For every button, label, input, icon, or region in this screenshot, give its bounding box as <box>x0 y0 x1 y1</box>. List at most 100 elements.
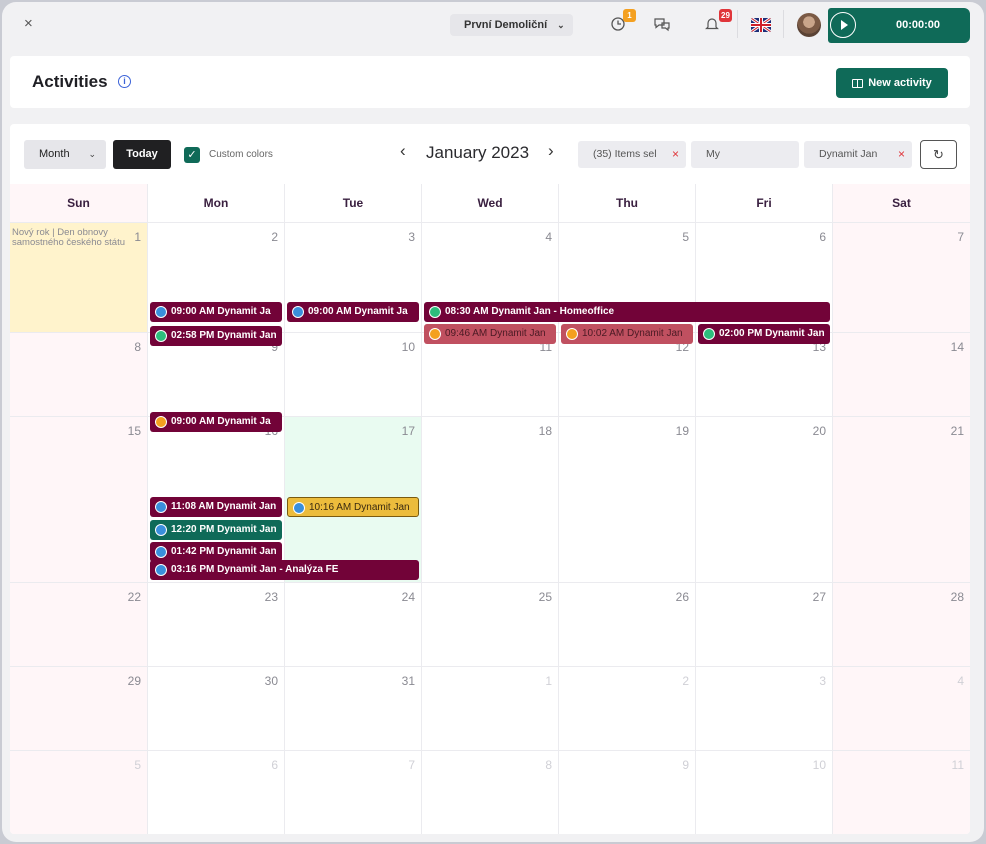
day-cell[interactable]: 3 <box>695 666 832 750</box>
day-cell[interactable]: 26 <box>558 582 695 666</box>
day-number: 6 <box>819 230 826 244</box>
custom-colors-checkbox[interactable]: ✓ <box>184 147 200 163</box>
status-dot-icon <box>429 306 441 318</box>
day-cell[interactable]: 19 <box>558 416 695 582</box>
day-cell[interactable]: 4 <box>832 666 970 750</box>
day-number: 21 <box>950 424 964 438</box>
event-label: 09:00 AM Dynamit Ja <box>308 306 408 317</box>
divider <box>783 10 784 38</box>
calendar-event[interactable]: 03:16 PM Dynamit Jan - Analýza FE <box>150 560 419 580</box>
event-label: 09:00 AM Dynamit Ja <box>171 416 271 427</box>
today-button[interactable]: Today <box>113 140 171 169</box>
clear-icon[interactable]: × <box>898 141 905 168</box>
day-number: 17 <box>401 424 415 438</box>
month-title: January 2023 <box>426 143 530 162</box>
refresh-button[interactable]: ↻ <box>920 140 957 169</box>
day-number: 22 <box>127 590 141 604</box>
event-label: 09:46 AM Dynamit Jan <box>445 328 546 339</box>
owner-filter[interactable]: My <box>691 141 799 168</box>
day-cell[interactable]: 18 <box>421 416 558 582</box>
status-dot-icon <box>155 306 167 318</box>
day-cell[interactable]: 25 <box>421 582 558 666</box>
calendar-event[interactable]: 11:08 AM Dynamit Jan <box>150 497 282 517</box>
calendar-event[interactable]: 01:42 PM Dynamit Jan <box>150 542 282 562</box>
day-cell[interactable]: 22 <box>10 582 147 666</box>
day-number: 3 <box>819 674 826 688</box>
day-cell[interactable]: 28 <box>832 582 970 666</box>
day-cell[interactable]: 10 <box>695 750 832 834</box>
company-name: První Demoliční <box>464 19 548 31</box>
day-cell[interactable]: 5 <box>10 750 147 834</box>
event-label: 10:02 AM Dynamit Jan <box>582 328 683 339</box>
day-cell[interactable]: 9 <box>558 750 695 834</box>
day-cell[interactable]: 31 <box>284 666 421 750</box>
calendar-event[interactable]: 02:58 PM Dynamit Jan <box>150 326 282 346</box>
day-cell[interactable]: 29 <box>10 666 147 750</box>
calendar-event[interactable]: 10:16 AM Dynamit Jan <box>287 497 419 517</box>
day-cell[interactable]: 23 <box>147 582 284 666</box>
calendar-event[interactable]: 12:20 PM Dynamit Jan <box>150 520 282 540</box>
day-cell[interactable]: 6 <box>147 750 284 834</box>
calendar-event[interactable]: 09:00 AM Dynamit Ja <box>287 302 419 322</box>
day-number: 18 <box>538 424 552 438</box>
uk-flag-icon[interactable] <box>751 18 771 32</box>
day-cell[interactable]: 30 <box>147 666 284 750</box>
day-cell[interactable]: 14 <box>832 332 970 416</box>
next-month-button[interactable]: › <box>548 141 554 161</box>
view-selector[interactable]: Month ⌄ <box>24 140 106 169</box>
new-activity-button[interactable]: New activity <box>836 68 948 98</box>
day-cell[interactable]: 12 <box>558 332 695 416</box>
day-cell[interactable]: 7 <box>832 222 970 332</box>
day-cell[interactable]: 7 <box>284 750 421 834</box>
chat-button[interactable] <box>650 12 674 36</box>
calendar-card: Month ⌄ Today ✓ Custom colors ‹ January … <box>10 124 970 834</box>
day-cell[interactable]: 20 <box>695 416 832 582</box>
day-cell[interactable]: 1 <box>421 666 558 750</box>
calendar-event[interactable]: 02:00 PM Dynamit Jan <box>698 324 830 344</box>
avatar[interactable] <box>797 13 821 37</box>
day-cell[interactable]: 11 <box>832 750 970 834</box>
close-icon[interactable]: × <box>24 15 33 32</box>
day-cell[interactable]: 15 <box>10 416 147 582</box>
notifications-button[interactable]: 1 <box>606 9 636 36</box>
play-icon[interactable] <box>830 12 856 38</box>
items-filter-value: (35) Items sel <box>593 148 657 160</box>
calendar-event[interactable]: 09:46 AM Dynamit Jan <box>424 324 556 344</box>
clear-icon[interactable]: × <box>672 141 679 168</box>
previous-month-button[interactable]: ‹ <box>400 141 406 161</box>
time-tracker[interactable]: 00:00:00 <box>828 8 970 43</box>
day-number: 4 <box>957 674 964 688</box>
day-cell[interactable]: 11 <box>421 332 558 416</box>
calendar-event[interactable]: 09:00 AM Dynamit Ja <box>150 302 282 322</box>
calendar-event[interactable]: 08:30 AM Dynamit Jan - Homeoffice <box>424 302 830 322</box>
alerts-button[interactable]: 29 <box>700 9 732 36</box>
day-cell[interactable]: 8 <box>10 332 147 416</box>
day-cell[interactable]: 24 <box>284 582 421 666</box>
calendar-event[interactable]: 10:02 AM Dynamit Jan <box>561 324 693 344</box>
calendar-event[interactable]: 09:00 AM Dynamit Ja <box>150 412 282 432</box>
day-cell[interactable]: 2 <box>558 666 695 750</box>
day-number: 27 <box>812 590 826 604</box>
page-title: Activities <box>32 72 108 91</box>
status-dot-icon <box>429 328 441 340</box>
company-selector[interactable]: První Demoliční ⌄ <box>450 14 573 36</box>
weekday-fri: Fri <box>695 184 832 222</box>
day-cell[interactable]: 13 <box>695 332 832 416</box>
info-icon[interactable]: i <box>118 75 131 88</box>
event-label: 02:58 PM Dynamit Jan <box>171 330 277 341</box>
day-cell[interactable]: 21 <box>832 416 970 582</box>
status-dot-icon <box>292 306 304 318</box>
day-number: 3 <box>408 230 415 244</box>
day-cell[interactable]: 10 <box>284 332 421 416</box>
bell-icon <box>705 18 719 30</box>
day-cell[interactable]: 1 Nový rok | Den obnovy samostného českéh… <box>10 222 147 332</box>
owner-filter-value: My <box>706 148 720 160</box>
day-cell[interactable]: 27 <box>695 582 832 666</box>
day-cell[interactable]: 8 <box>421 750 558 834</box>
person-filter[interactable]: Dynamit Jan × <box>804 141 912 168</box>
items-filter[interactable]: (35) Items sel × <box>578 141 686 168</box>
weekday-sun: Sun <box>10 184 147 222</box>
view-selector-value: Month <box>39 148 70 160</box>
custom-colors-label: Custom colors <box>209 149 273 160</box>
status-dot-icon <box>155 501 167 513</box>
